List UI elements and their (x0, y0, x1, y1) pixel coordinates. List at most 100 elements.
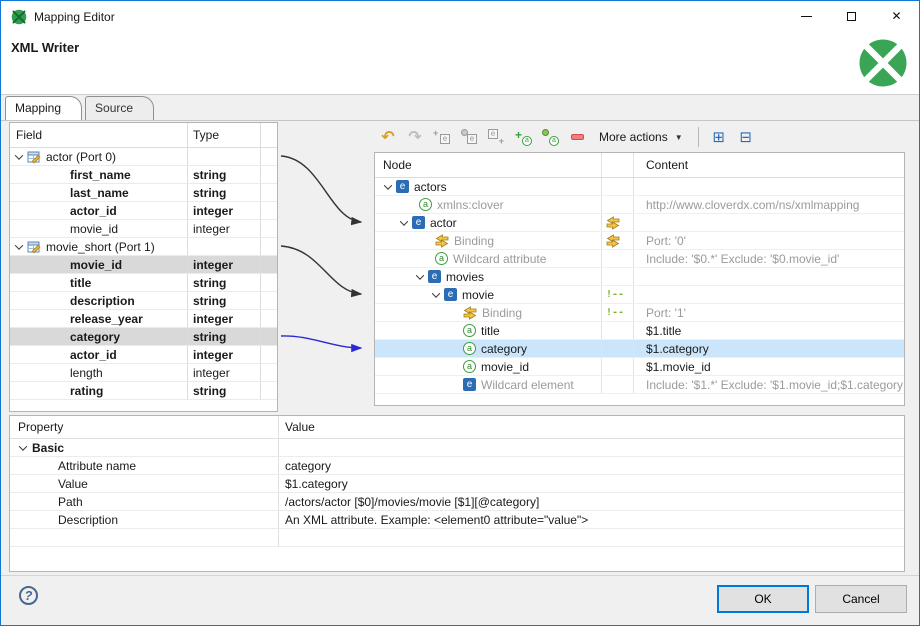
chevron-down-icon[interactable] (400, 217, 408, 225)
cancel-button[interactable]: Cancel (815, 585, 907, 613)
table-row[interactable]: movie_short (Port 1) (10, 238, 277, 256)
chevron-down-icon[interactable] (15, 241, 23, 249)
column-header-content[interactable]: Content (634, 153, 904, 177)
minimize-button[interactable] (784, 1, 829, 31)
table-row[interactable]: release_year integer (10, 310, 277, 328)
chevron-down-icon[interactable] (19, 442, 27, 450)
property-group-row[interactable]: Basic (10, 439, 904, 457)
node-label: movie_id (481, 360, 529, 374)
field-type: string (188, 166, 261, 183)
redo-button[interactable]: ↷ (406, 128, 424, 146)
close-button[interactable]: ✕ (874, 1, 919, 31)
field-type: integer (188, 310, 261, 327)
undo-button[interactable]: ↶ (379, 128, 397, 146)
table-row[interactable]: title string (10, 274, 277, 292)
table-row[interactable]: rating string (10, 382, 277, 400)
tree-row[interactable]: a Wildcard attribute Include: '$0.*' Exc… (375, 250, 904, 268)
tab-source[interactable]: Source (85, 96, 154, 120)
field-name: description (10, 294, 135, 308)
close-icon: ✕ (891, 9, 901, 23)
add-child-element-button[interactable]: + e (433, 128, 451, 146)
tree-row[interactable]: Binding Port: '0' (375, 232, 904, 250)
remove-button[interactable] (568, 128, 586, 146)
maximize-button[interactable] (829, 1, 874, 31)
table-row[interactable]: actor_id integer (10, 346, 277, 364)
field-name: title (10, 276, 91, 290)
field-type: string (188, 274, 261, 291)
table-row[interactable]: first_name string (10, 166, 277, 184)
tree-row[interactable]: e movie !-- (375, 286, 904, 304)
mapping-area: Mapping Source Field Type actor (Port 0)… (1, 94, 920, 576)
chevron-down-icon[interactable] (15, 151, 23, 159)
tree-row[interactable]: e actor (375, 214, 904, 232)
expand-all-button[interactable]: ⊞ (710, 128, 728, 146)
attribute-icon: a (463, 324, 476, 337)
table-row[interactable]: length integer (10, 364, 277, 382)
property-row[interactable]: Description An XML attribute. Example: <… (10, 511, 904, 529)
column-header-type[interactable]: Type (188, 123, 261, 147)
property-row[interactable]: Value $1.category (10, 475, 904, 493)
chevron-down-icon[interactable] (416, 271, 424, 279)
property-row[interactable]: Attribute name category (10, 457, 904, 475)
property-value[interactable]: An XML attribute. Example: <element0 att… (279, 511, 904, 528)
table-row[interactable]: movie_id integer (10, 220, 277, 238)
field-type: integer (188, 202, 261, 219)
node-content: $1.title (634, 322, 904, 339)
field-name: last_name (10, 186, 129, 200)
column-header-property[interactable]: Property (10, 416, 279, 438)
element-icon: e (463, 378, 476, 391)
collapse-all-button[interactable]: ⊟ (737, 128, 755, 146)
property-value[interactable]: category (279, 457, 904, 474)
element-icon: e (412, 216, 425, 229)
tree-row[interactable]: e Wildcard element Include: '$1.*' Exclu… (375, 376, 904, 394)
node-label: movies (446, 270, 484, 284)
record-icon (27, 240, 41, 254)
tree-row[interactable]: e movies (375, 268, 904, 286)
record-icon (27, 150, 41, 164)
chevron-down-icon[interactable] (384, 181, 392, 189)
help-button[interactable]: ? (19, 586, 38, 605)
table-row[interactable]: actor_id integer (10, 202, 277, 220)
table-row[interactable]: last_name string (10, 184, 277, 202)
property-value[interactable]: $1.category (279, 475, 904, 492)
tree-row[interactable]: a xmlns:clover http://www.cloverdx.com/n… (375, 196, 904, 214)
ok-button[interactable]: OK (717, 585, 809, 613)
attribute-icon: a (463, 360, 476, 373)
chevron-down-icon[interactable] (432, 289, 440, 297)
property-name: Attribute name (10, 457, 279, 474)
tree-row[interactable]: e actors (375, 178, 904, 196)
tab-mapping[interactable]: Mapping (5, 96, 82, 120)
property-value[interactable]: /actors/actor [$0]/movies/movie [$1][@ca… (279, 493, 904, 510)
element-icon: e (396, 180, 409, 193)
tree-row[interactable]: a title $1.title (375, 322, 904, 340)
property-row[interactable]: Path /actors/actor [$0]/movies/movie [$1… (10, 493, 904, 511)
add-element-button[interactable]: e + (487, 128, 505, 146)
add-wildcard-attribute-button[interactable]: a (541, 128, 559, 146)
tree-row-selected[interactable]: a category $1.category (375, 340, 904, 358)
column-header-node[interactable]: Node (375, 153, 602, 177)
chevron-down-icon: ▼ (675, 133, 683, 142)
tree-row[interactable]: Binding !-- Port: '1' (375, 304, 904, 322)
more-actions-button[interactable]: More actions ▼ (595, 127, 687, 147)
node-content: Include: '$0.*' Exclude: '$0.movie_id' (634, 250, 904, 267)
xml-tree: Node Content e actors a xmlns:clover (374, 152, 905, 406)
binding-icon (463, 306, 477, 320)
node-content: Port: '0' (634, 232, 904, 249)
property-header: Property Value (10, 416, 904, 439)
field-table-header: Field Type (10, 123, 277, 148)
element-icon: e (428, 270, 441, 283)
table-row[interactable]: movie_id integer (10, 256, 277, 274)
column-header-field[interactable]: Field (10, 123, 188, 147)
port-group-label: actor (Port 0) (46, 150, 116, 164)
table-row[interactable]: category string (10, 328, 277, 346)
table-row[interactable]: description string (10, 292, 277, 310)
tree-row[interactable]: a movie_id $1.movie_id (375, 358, 904, 376)
add-attribute-button[interactable]: + a (514, 128, 532, 146)
attribute-icon: a (522, 136, 532, 146)
node-label: category (481, 342, 527, 356)
title-bar[interactable]: Mapping Editor ✕ (1, 1, 919, 33)
add-sibling-element-button[interactable]: e (460, 128, 478, 146)
table-row[interactable]: actor (Port 0) (10, 148, 277, 166)
node-label: actor (430, 216, 457, 230)
column-header-value[interactable]: Value (279, 416, 904, 438)
